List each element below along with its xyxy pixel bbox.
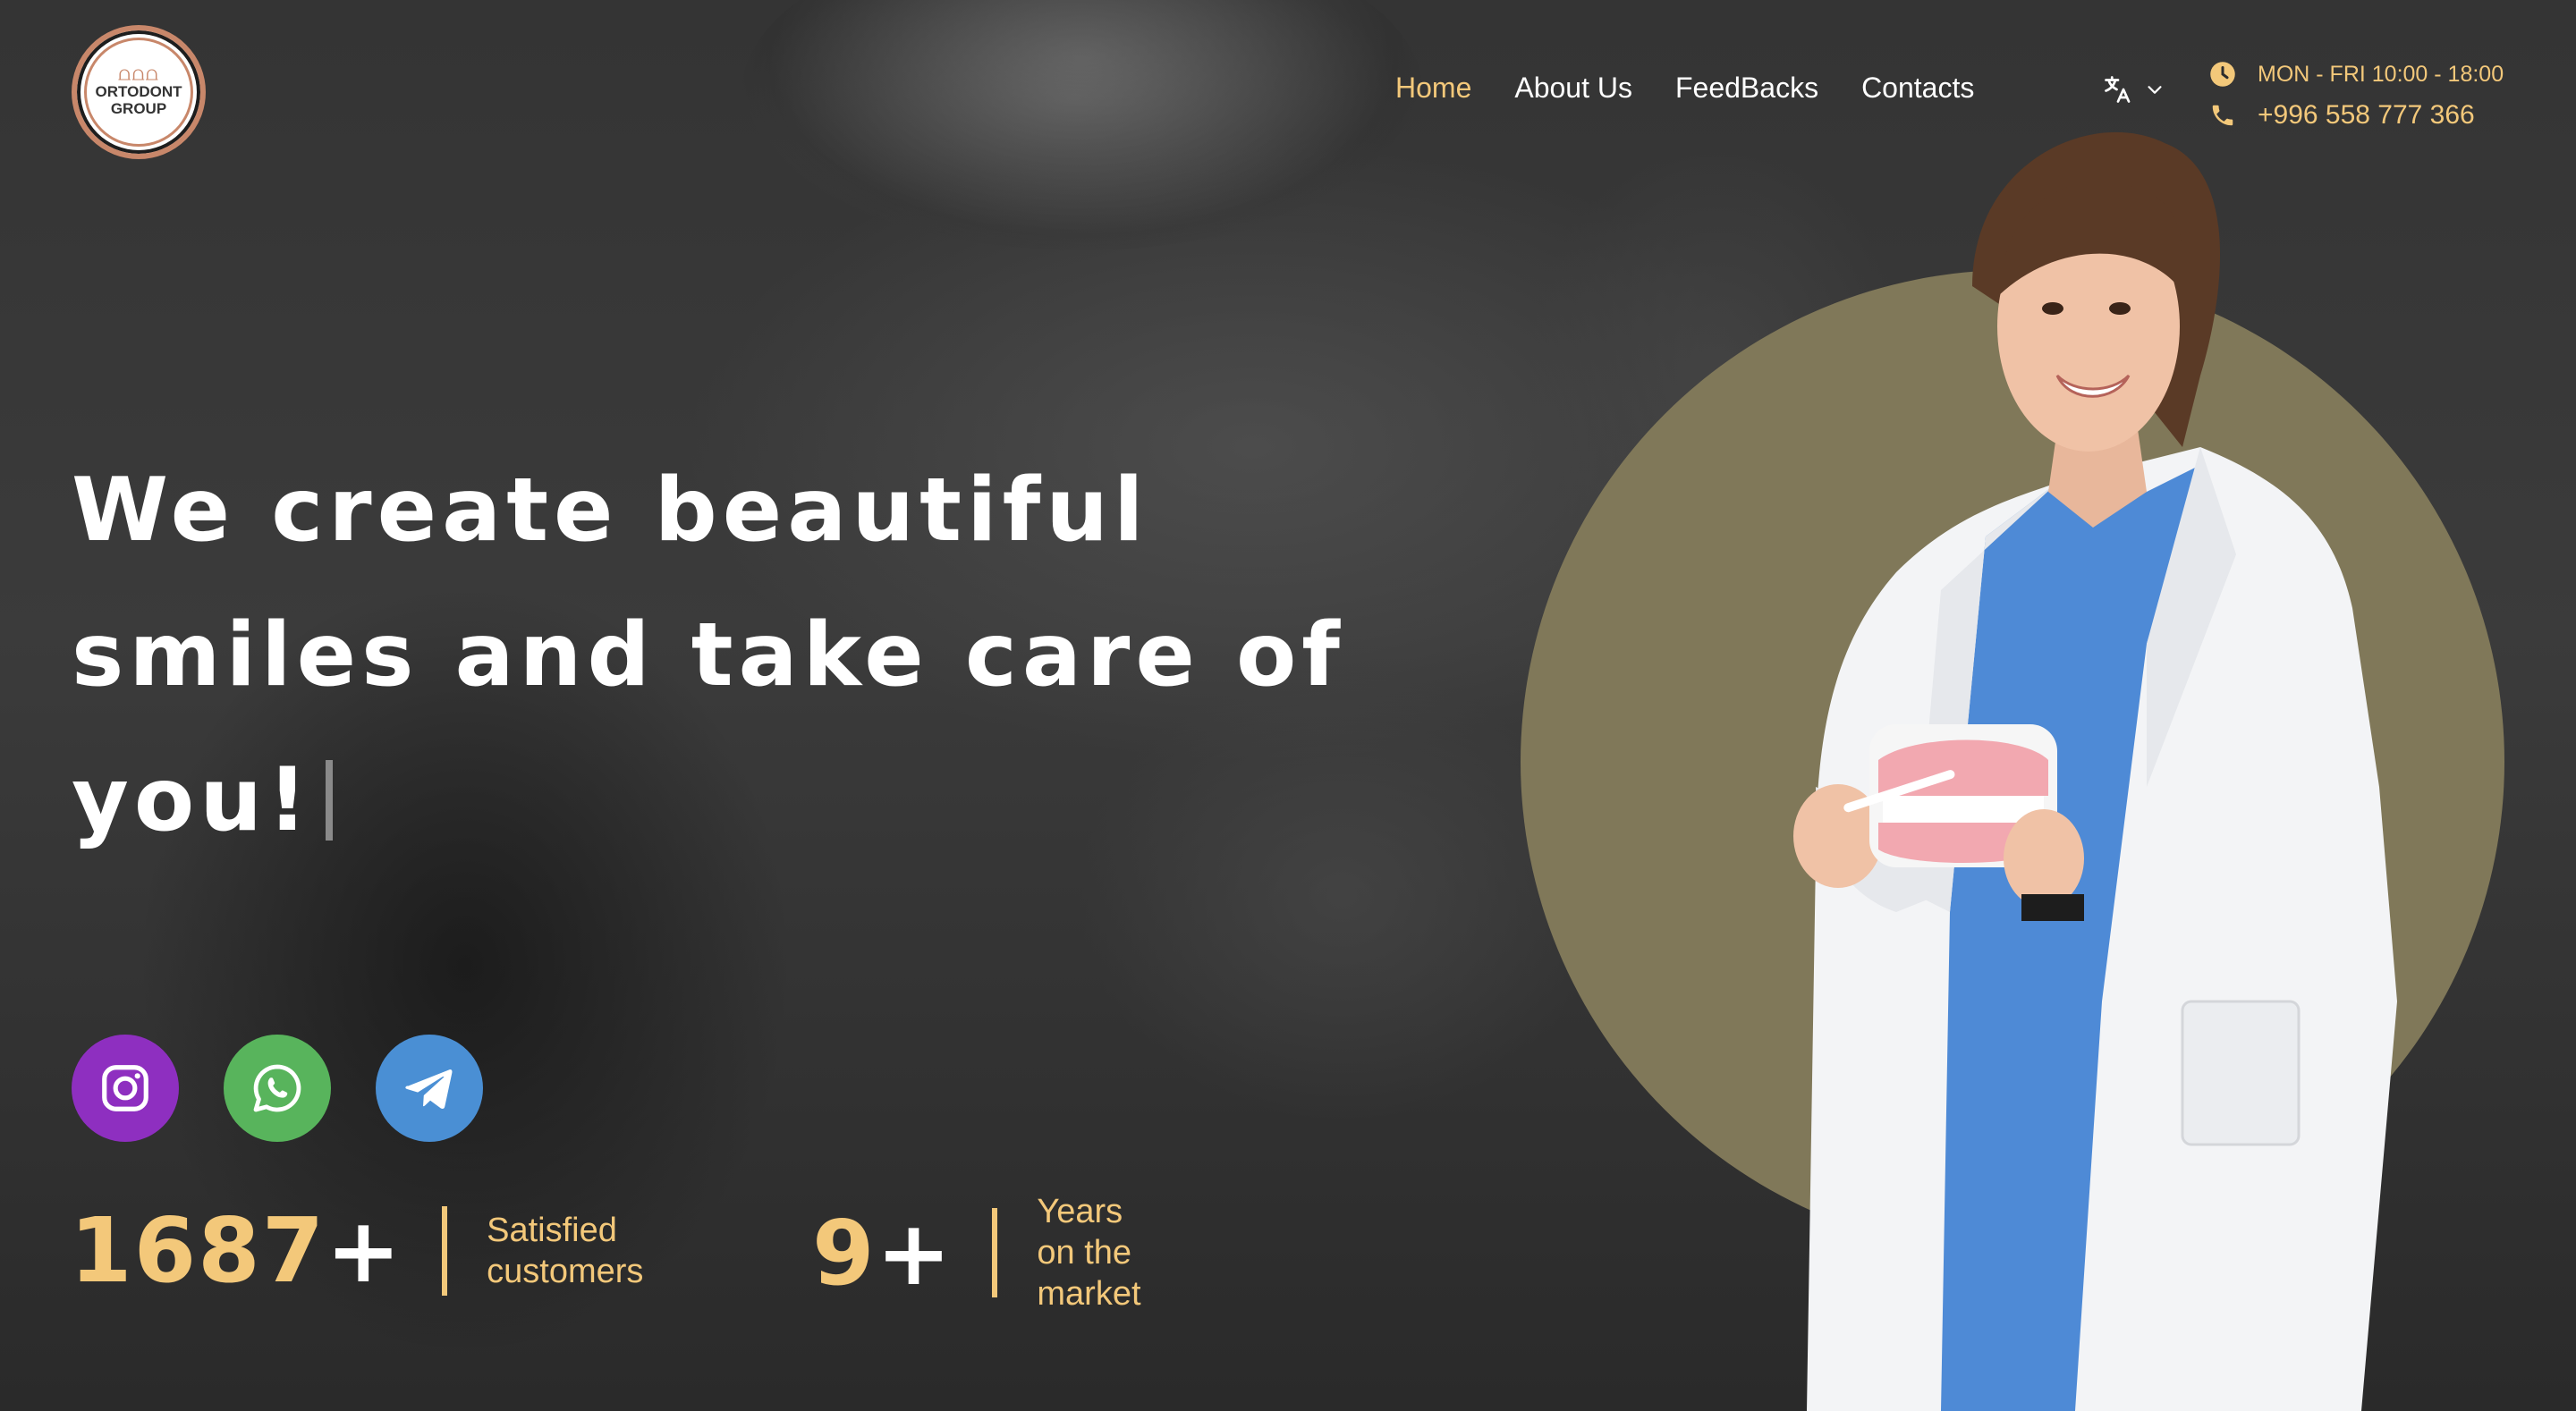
stat-label-line: Satisfied [487, 1211, 617, 1249]
stat-customers: 1687+ Satisfied customers [70, 1198, 643, 1303]
instagram-button[interactable] [72, 1035, 179, 1142]
telegram-icon [405, 1069, 453, 1109]
stat-customers-value: 1687 [70, 1198, 326, 1303]
stat-label-line: Years [1037, 1193, 1123, 1230]
hero-title-line-2: smiles and take care of [72, 604, 1345, 706]
stat-separator [442, 1205, 448, 1296]
chevron-down-icon [2148, 86, 2162, 94]
hours-text: MON - FRI 10:00 - 18:00 [2258, 61, 2504, 87]
hero-title: We create beautiful smiles and take care… [72, 438, 1413, 873]
stat-customers-suffix: + [326, 1198, 403, 1303]
stat-years-suffix: + [876, 1200, 953, 1305]
nav-about-us[interactable]: About Us [1514, 72, 1632, 105]
hero-title-line-3: you! [72, 749, 313, 851]
nav-home[interactable]: Home [1395, 72, 1471, 105]
nav-contacts[interactable]: Contacts [1861, 72, 1974, 105]
stat-customers-number: 1687+ [70, 1198, 402, 1303]
hero-title-line-1: We create beautiful [72, 460, 1149, 562]
clock-icon [2210, 62, 2235, 87]
teeth-icon: ⩍⩍⩍ [118, 63, 159, 86]
brand-logo[interactable]: ⩍⩍⩍ ORTODONT GROUP [72, 25, 206, 159]
stat-customers-label: Satisfied customers [487, 1210, 643, 1292]
working-hours: MON - FRI 10:00 - 18:00 [2209, 54, 2504, 95]
translate-icon [2105, 76, 2131, 103]
doctor-image [1793, 131, 2397, 1411]
typing-caret [325, 760, 333, 841]
stat-years-value: 9 [812, 1200, 877, 1305]
stat-label-line: market [1037, 1275, 1141, 1313]
telegram-button[interactable] [376, 1035, 483, 1142]
stat-years: 9+ Years on the market [812, 1191, 1141, 1314]
stat-label-line: customers [487, 1252, 644, 1290]
instagram-icon [102, 1065, 148, 1111]
stat-years-label: Years on the market [1037, 1191, 1140, 1314]
social-links [72, 1035, 483, 1142]
whatsapp-button[interactable] [224, 1035, 331, 1142]
nav-feedbacks[interactable]: FeedBacks [1675, 72, 1818, 105]
language-selector[interactable] [2102, 73, 2165, 106]
main-nav: Home About Us FeedBacks Contacts [1395, 72, 1974, 105]
stat-separator [992, 1208, 998, 1297]
whatsapp-icon [253, 1064, 301, 1112]
stat-years-number: 9+ [812, 1201, 953, 1305]
logo-text: ORTODONT GROUP [95, 83, 182, 117]
stat-label-line: on the [1037, 1234, 1132, 1272]
